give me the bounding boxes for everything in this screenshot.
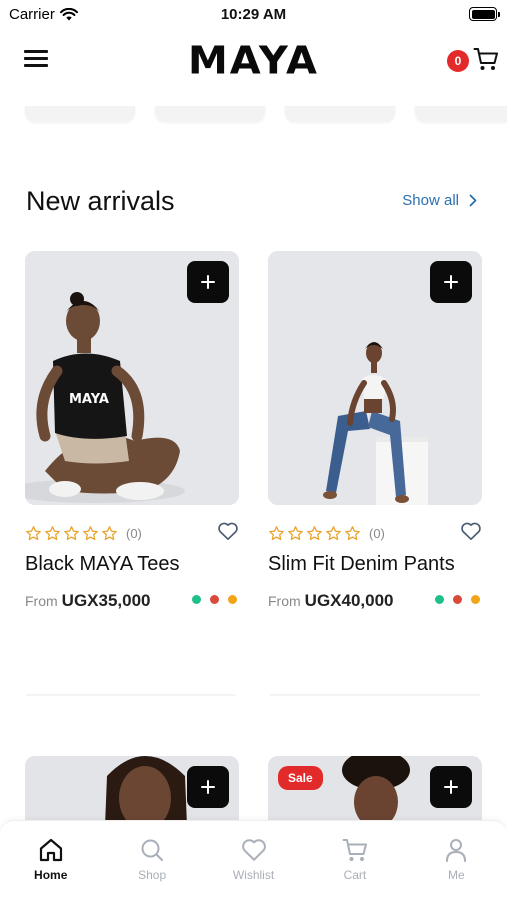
color-swatch[interactable] [453, 595, 462, 604]
rating-row: (0) [268, 521, 482, 545]
color-options [192, 595, 237, 604]
show-all-label: Show all [402, 192, 459, 209]
category-chip[interactable] [415, 106, 507, 122]
price-row: From UGX40,000 [268, 591, 482, 611]
star-icon [345, 525, 360, 540]
product-price: UGX40,000 [304, 591, 394, 610]
product-image[interactable]: MAYA [25, 251, 239, 505]
add-to-cart-button[interactable] [430, 766, 472, 808]
star-icon [102, 525, 117, 540]
battery-icon [469, 7, 500, 21]
star-icon [326, 525, 341, 540]
category-chip[interactable] [25, 106, 135, 122]
show-all-link[interactable]: Show all [402, 192, 477, 209]
tab-me[interactable]: Me [406, 821, 507, 900]
cart-count-badge: 0 [447, 50, 469, 72]
category-strip[interactable] [0, 106, 507, 126]
rating-count: (0) [126, 525, 142, 541]
bottom-tab-bar: Home Shop Wishlist Cart Me [0, 820, 507, 900]
tab-wishlist[interactable]: Wishlist [203, 821, 304, 900]
product-card[interactable]: (0) Slim Fit Denim Pants From UGX40,000 [268, 251, 482, 610]
product-image[interactable] [268, 251, 482, 505]
svg-text:MAYA: MAYA [69, 392, 109, 407]
star-icon [288, 525, 303, 540]
price-row: From UGX35,000 [25, 591, 239, 611]
star-icon [45, 525, 60, 540]
search-icon [141, 839, 164, 861]
wishlist-button[interactable] [460, 521, 482, 546]
tab-shop[interactable]: Shop [101, 821, 202, 900]
star-rating [25, 525, 118, 542]
color-swatch[interactable] [471, 595, 480, 604]
category-chip[interactable] [285, 106, 395, 122]
star-rating [268, 525, 361, 542]
header-cart-button[interactable]: 0 [447, 46, 499, 76]
section-title: New arrivals [26, 186, 175, 216]
tab-label: Me [447, 868, 465, 882]
add-to-cart-button[interactable] [430, 261, 472, 303]
heart-icon [241, 839, 266, 861]
color-swatch[interactable] [435, 595, 444, 604]
status-time: 10:29 AM [220, 6, 287, 23]
color-swatch[interactable] [210, 595, 219, 604]
tab-label: Wishlist [232, 868, 275, 882]
tab-label: Home [34, 868, 68, 882]
product-name[interactable]: Slim Fit Denim Pants [268, 553, 455, 576]
rating-count: (0) [369, 525, 385, 541]
plus-icon [444, 780, 458, 794]
sale-badge: Sale [278, 766, 323, 790]
color-swatch[interactable] [228, 595, 237, 604]
star-icon [26, 525, 41, 540]
row-divider [26, 694, 236, 696]
rating-row: (0) [25, 521, 239, 545]
star-icon [83, 525, 98, 540]
product-card[interactable]: MAYA (0) Black MAYA Tees From UGX35,000 [25, 251, 239, 610]
status-bar: Carrier 10:29 AM [0, 0, 507, 28]
color-swatch[interactable] [192, 595, 201, 604]
product-card-partial[interactable]: Sale [268, 756, 482, 826]
star-icon [269, 525, 284, 540]
app-header: MAYA 0 [0, 36, 507, 84]
cart-icon [342, 839, 367, 861]
star-icon [307, 525, 322, 540]
product-card-partial[interactable] [25, 756, 239, 826]
chevron-right-icon [469, 194, 477, 207]
heart-icon [461, 522, 481, 540]
add-to-cart-button[interactable] [187, 261, 229, 303]
from-label: From [268, 593, 301, 609]
plus-icon [201, 780, 215, 794]
product-price: UGX35,000 [61, 591, 151, 610]
wishlist-button[interactable] [217, 521, 239, 546]
add-to-cart-button[interactable] [187, 766, 229, 808]
tab-label: Cart [343, 868, 367, 882]
color-options [435, 595, 480, 604]
product-name[interactable]: Black MAYA Tees [25, 553, 180, 576]
cart-icon [473, 48, 498, 70]
category-chip[interactable] [155, 106, 265, 122]
row-divider [270, 694, 480, 696]
tab-label: Shop [138, 868, 167, 882]
brand-logo: MAYA [187, 39, 320, 83]
tab-cart[interactable]: Cart [304, 821, 405, 900]
user-icon [446, 839, 467, 862]
heart-icon [218, 522, 238, 540]
tab-home[interactable]: Home [0, 821, 101, 900]
plus-icon [444, 275, 458, 289]
home-icon [39, 838, 62, 862]
plus-icon [201, 275, 215, 289]
from-label: From [25, 593, 58, 609]
star-icon [64, 525, 79, 540]
